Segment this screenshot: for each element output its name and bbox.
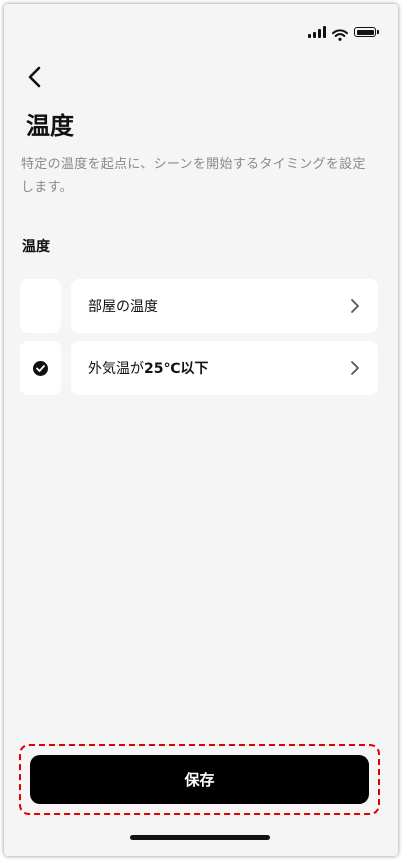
- chevron-right-icon: [351, 361, 359, 375]
- option-card-outdoor-temperature[interactable]: 外気温が25℃以下: [71, 341, 378, 395]
- page-description: 特定の温度を起点に、シーンを開始するタイミングを設定します。: [21, 157, 366, 195]
- cellular-signal-icon: [308, 26, 326, 38]
- option-checkbox[interactable]: [20, 279, 61, 333]
- option-row-outdoor-temperature: 外気温が25℃以下: [20, 341, 378, 395]
- option-label: 外気温が25℃以下: [88, 361, 209, 377]
- save-button[interactable]: 保存: [30, 755, 369, 804]
- wifi-icon: [332, 26, 348, 41]
- chevron-right-icon: [351, 299, 359, 313]
- option-checkbox[interactable]: [20, 341, 61, 395]
- back-button[interactable]: [20, 62, 50, 92]
- section-label: 温度: [22, 239, 50, 255]
- check-circle-icon: [33, 360, 48, 376]
- battery-icon: [354, 27, 379, 37]
- home-indicator: [130, 835, 270, 840]
- page-title: 温度: [26, 112, 74, 140]
- phone-screen: 温度 特定の温度を起点に、シーンを開始するタイミングを設定します。 温度 部屋の…: [4, 4, 398, 856]
- status-bar: [308, 24, 379, 41]
- chevron-left-icon: [28, 66, 41, 88]
- option-label: 部屋の温度: [88, 299, 158, 315]
- option-row-room-temperature: 部屋の温度: [20, 279, 378, 333]
- option-card-room-temperature[interactable]: 部屋の温度: [71, 279, 378, 333]
